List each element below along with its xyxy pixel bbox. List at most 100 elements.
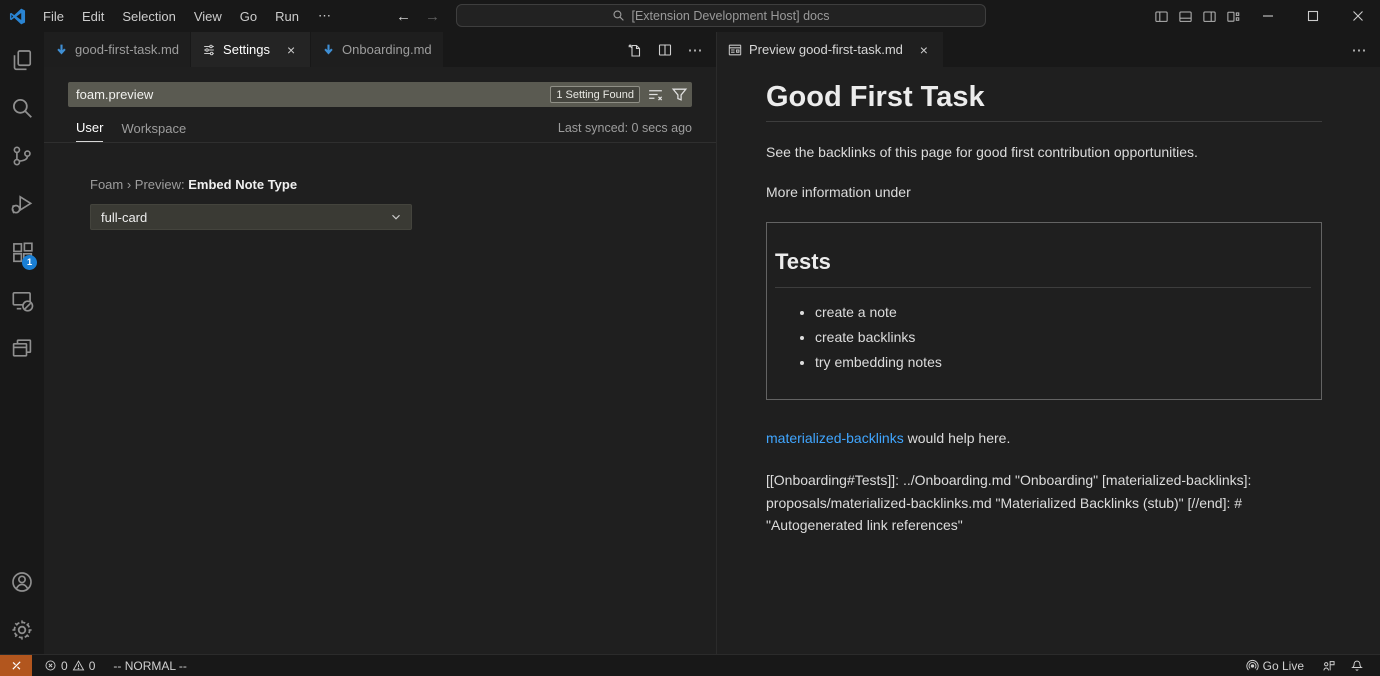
go-live-label: Go Live bbox=[1263, 659, 1304, 673]
menu-edit[interactable]: Edit bbox=[73, 9, 113, 24]
tab-label: Preview good-first-task.md bbox=[749, 42, 903, 57]
settings-editor-icon bbox=[202, 43, 216, 57]
customize-layout-icon[interactable] bbox=[1221, 0, 1245, 32]
link-references-paragraph: [[Onboarding#Tests]]: ../Onboarding.md "… bbox=[766, 469, 1322, 537]
vscode-window: File Edit Selection View Go Run ⋯ ← → [E… bbox=[0, 0, 1380, 676]
last-synced-label: Last synced: 0 secs ago bbox=[558, 121, 692, 141]
link-suffix-text: would help here. bbox=[904, 430, 1011, 446]
windows-stack-icon[interactable] bbox=[0, 324, 44, 372]
maximize-button[interactable] bbox=[1290, 0, 1335, 32]
split-editor-icon[interactable] bbox=[652, 37, 678, 63]
status-bar-right: Go Live bbox=[1240, 655, 1380, 676]
warning-count: 0 bbox=[89, 659, 96, 673]
menu-more-icon[interactable]: ⋯ bbox=[308, 8, 341, 24]
close-tab-icon[interactable]: × bbox=[283, 42, 299, 58]
setting-category: Foam › Preview: bbox=[90, 177, 188, 192]
materialized-backlinks-link[interactable]: materialized-backlinks bbox=[766, 430, 904, 446]
notifications-bell-icon[interactable] bbox=[1344, 655, 1370, 676]
clear-filters-icon[interactable] bbox=[647, 86, 664, 103]
menu-file[interactable]: File bbox=[34, 9, 73, 24]
right-tab-bar: Preview good-first-task.md × ⋯ bbox=[717, 32, 1380, 67]
close-window-button[interactable] bbox=[1335, 0, 1380, 32]
scope-tab-user[interactable]: User bbox=[76, 120, 103, 142]
settings-count-badge: 1 Setting Found bbox=[550, 86, 640, 103]
search-sidebar-icon[interactable] bbox=[0, 84, 44, 132]
history-nav: ← → bbox=[396, 0, 440, 32]
menu-go[interactable]: Go bbox=[231, 9, 266, 24]
ref-line: proposals/materialized-backlinks.md "Mat… bbox=[766, 492, 1322, 515]
search-icon bbox=[612, 9, 625, 22]
command-center-label: [Extension Development Host] docs bbox=[631, 9, 829, 23]
extensions-badge: 1 bbox=[22, 255, 37, 270]
markdown-file-icon bbox=[55, 43, 68, 56]
menu-run[interactable]: Run bbox=[266, 9, 308, 24]
setting-embed-note-type: Foam › Preview: Embed Note Type full-car… bbox=[90, 177, 692, 230]
setting-name: Embed Note Type bbox=[188, 177, 297, 192]
tab-bar-spacer bbox=[444, 32, 622, 67]
explorer-icon[interactable] bbox=[0, 36, 44, 84]
tab-good-first-task[interactable]: good-first-task.md bbox=[44, 32, 191, 67]
list-item: create backlinks bbox=[815, 329, 1311, 345]
vim-mode-status: -- NORMAL -- bbox=[107, 655, 193, 676]
settings-scope-row: User Workspace Last synced: 0 secs ago bbox=[44, 120, 716, 143]
embed-note-type-select[interactable]: full-card bbox=[90, 204, 412, 230]
vscode-logo-icon bbox=[0, 8, 34, 25]
scope-tab-workspace[interactable]: Workspace bbox=[121, 121, 186, 142]
list-item: try embedding notes bbox=[815, 354, 1311, 370]
ref-line: [[Onboarding#Tests]]: ../Onboarding.md "… bbox=[766, 469, 1322, 492]
more-actions-icon[interactable]: ⋯ bbox=[682, 37, 708, 63]
open-settings-json-icon[interactable] bbox=[622, 37, 648, 63]
toggle-sidebar-icon[interactable] bbox=[1149, 0, 1173, 32]
run-debug-icon[interactable] bbox=[0, 180, 44, 228]
select-value: full-card bbox=[101, 210, 147, 225]
minimize-button[interactable] bbox=[1245, 0, 1290, 32]
command-center[interactable]: [Extension Development Host] docs bbox=[456, 4, 986, 27]
chevron-down-icon bbox=[389, 210, 403, 224]
settings-gear-icon[interactable] bbox=[0, 606, 44, 654]
right-editor-actions: ⋯ bbox=[1346, 32, 1380, 67]
problems-status[interactable]: 0 0 bbox=[38, 655, 101, 676]
close-tab-icon[interactable]: × bbox=[916, 42, 932, 58]
back-arrow-icon[interactable]: ← bbox=[396, 8, 411, 25]
source-control-icon[interactable] bbox=[0, 132, 44, 180]
toggle-panel-icon[interactable] bbox=[1173, 0, 1197, 32]
menu-selection[interactable]: Selection bbox=[113, 9, 184, 24]
accounts-icon[interactable] bbox=[0, 558, 44, 606]
editor-group-left: good-first-task.md Settings × Onboarding… bbox=[44, 32, 716, 654]
ref-line: "Autogenerated link references" bbox=[766, 514, 1322, 537]
remote-indicator[interactable] bbox=[0, 655, 32, 676]
filter-funnel-icon[interactable] bbox=[671, 86, 688, 103]
settings-editor: 1 Setting Found User Workspace Last sync… bbox=[44, 67, 716, 230]
more-actions-icon[interactable]: ⋯ bbox=[1346, 37, 1372, 63]
preview-paragraph: More information under bbox=[766, 184, 1322, 200]
tab-bar-spacer bbox=[944, 32, 1346, 67]
settings-search-box: 1 Setting Found bbox=[68, 82, 692, 107]
main-area: 1 good-first-task bbox=[0, 32, 1380, 654]
tests-list: create a note create backlinks try embed… bbox=[775, 304, 1311, 370]
preview-paragraph: See the backlinks of this page for good … bbox=[766, 144, 1322, 160]
editor-group-right: Preview good-first-task.md × ⋯ Good Firs… bbox=[716, 32, 1380, 654]
list-item: create a note bbox=[815, 304, 1311, 320]
activity-bar: 1 bbox=[0, 32, 44, 654]
preview-title: Good First Task bbox=[766, 81, 1322, 122]
go-live-button[interactable]: Go Live bbox=[1240, 655, 1310, 676]
remote-explorer-icon[interactable] bbox=[0, 276, 44, 324]
toggle-secondary-sidebar-icon[interactable] bbox=[1197, 0, 1221, 32]
vim-mode-label: -- NORMAL -- bbox=[113, 659, 187, 673]
tab-label: Settings bbox=[223, 42, 270, 57]
left-editor-actions: ⋯ bbox=[622, 32, 716, 67]
tab-settings[interactable]: Settings × bbox=[191, 32, 311, 67]
left-tab-bar: good-first-task.md Settings × Onboarding… bbox=[44, 32, 716, 67]
menu-view[interactable]: View bbox=[185, 9, 231, 24]
error-count: 0 bbox=[61, 659, 68, 673]
titlebar-right-icons bbox=[1149, 0, 1380, 32]
forward-arrow-icon[interactable]: → bbox=[425, 8, 440, 25]
extensions-icon[interactable]: 1 bbox=[0, 228, 44, 276]
tests-heading: Tests bbox=[775, 249, 1311, 288]
titlebar: File Edit Selection View Go Run ⋯ ← → [E… bbox=[0, 0, 1380, 32]
feedback-icon[interactable] bbox=[1316, 655, 1342, 676]
tab-label: Onboarding.md bbox=[342, 42, 432, 57]
tab-onboarding[interactable]: Onboarding.md bbox=[311, 32, 444, 67]
tests-embed-card: Tests create a note create backlinks try… bbox=[766, 222, 1322, 400]
tab-preview-good-first-task[interactable]: Preview good-first-task.md × bbox=[717, 32, 944, 67]
